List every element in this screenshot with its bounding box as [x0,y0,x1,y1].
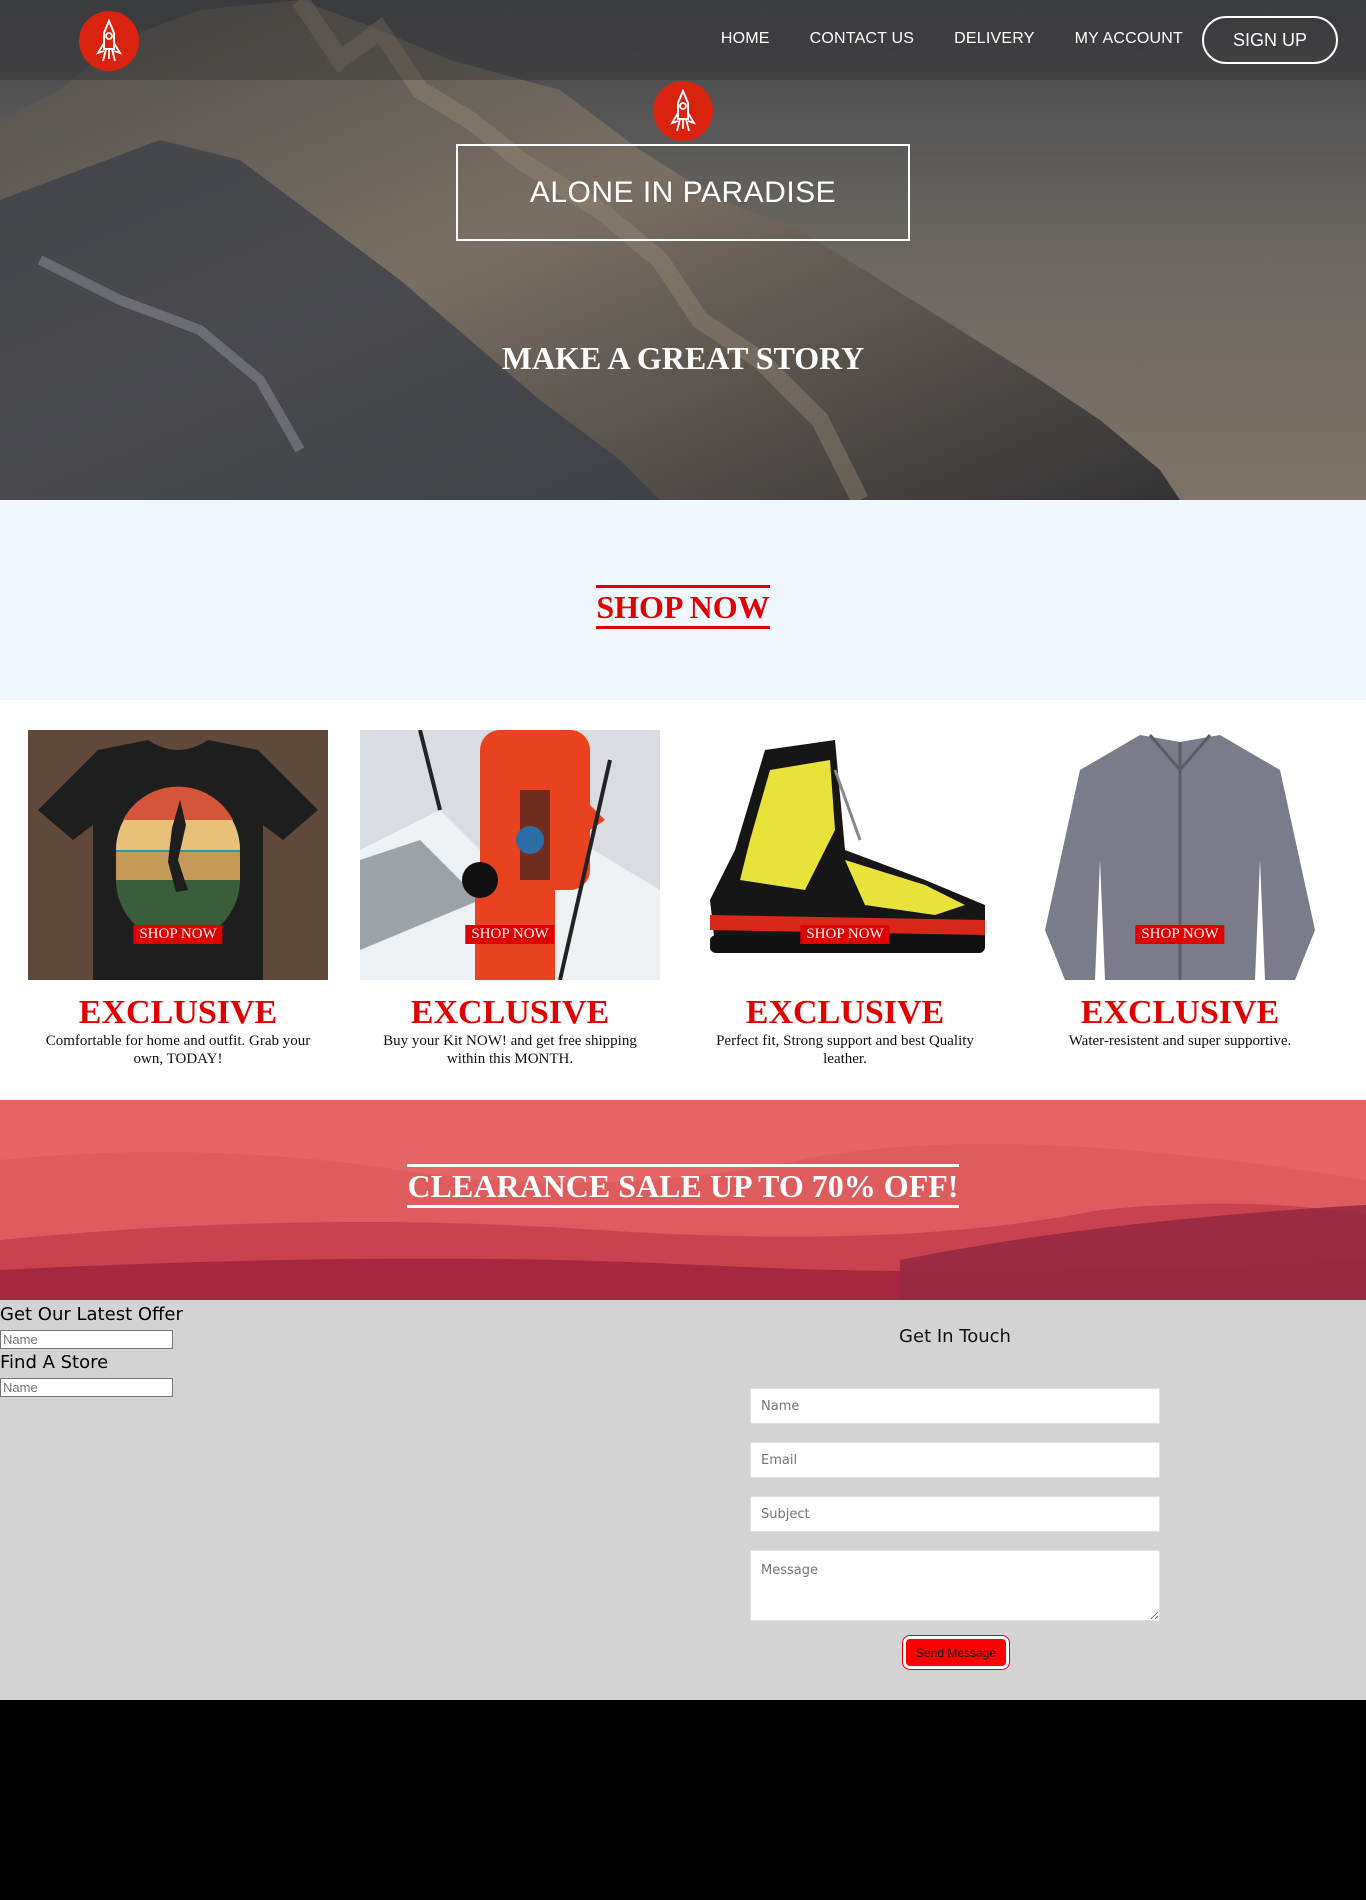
logo-icon[interactable] [79,11,139,71]
shop-now-badge[interactable]: SHOP NOW [465,925,555,944]
main-nav: HOME CONTACT US DELIVERY MY ACCOUNT [701,24,1203,54]
contact-subject-input[interactable] [750,1496,1160,1532]
product-desc: Perfect fit, Strong support and best Qua… [716,1033,974,1067]
hero-section [0,0,1366,500]
product-title: EXCLUSIVE [78,994,278,1031]
product-card-kit: SHOP NOW EXCLUSIVE Buy your Kit NOW! and… [360,730,660,1068]
tshirt-image[interactable]: SHOP NOW [28,730,328,980]
product-title: EXCLUSIVE [745,994,945,1031]
footer-section [0,1300,1366,1700]
product-desc: Comfortable for home and outfit. Grab yo… [45,1033,311,1067]
hero-tagline: MAKE A GREAT STORY [501,340,865,376]
send-message-button[interactable]: Send Message [903,1636,1009,1669]
contact-name-input[interactable] [750,1388,1160,1424]
contact-email-input[interactable] [750,1442,1160,1478]
get-in-touch-heading: Get In Touch [899,1326,1011,1347]
product-title: EXCLUSIVE [1080,994,1280,1031]
hero-title: ALONE IN PARADISE [456,144,910,241]
shop-now-badge[interactable]: SHOP NOW [800,925,890,944]
latest-offer-heading: Get Our Latest Offer [0,1304,183,1325]
contact-message-textarea[interactable] [750,1550,1160,1621]
page-bottom-blank [0,1700,1366,1900]
shop-now-badge[interactable]: SHOP NOW [1135,925,1225,944]
product-card-boot: SHOP NOW EXCLUSIVE Perfect fit, Strong s… [695,730,995,1068]
boot-image[interactable]: SHOP NOW [695,730,995,980]
center-logo-icon [653,81,713,141]
store-name-input[interactable] [0,1378,173,1397]
jacket-image[interactable]: SHOP NOW [1030,730,1330,980]
product-title: EXCLUSIVE [410,994,610,1031]
nav-home[interactable]: HOME [721,30,770,48]
find-store-heading: Find A Store [0,1352,109,1373]
nav-my-account[interactable]: MY ACCOUNT [1075,30,1183,48]
nav-contact-us[interactable]: CONTACT US [810,30,915,48]
product-card-tshirt: SHOP NOW EXCLUSIVE Comfortable for home … [28,730,328,1068]
product-desc: Water-resistent and super supportive. [1068,1033,1292,1049]
shop-now-heading[interactable]: SHOP NOW [596,585,770,629]
clearance-heading[interactable]: CLEARANCE SALE UP TO 70% OFF! [407,1164,959,1208]
shop-now-badge[interactable]: SHOP NOW [133,925,223,944]
nav-delivery[interactable]: DELIVERY [954,30,1034,48]
product-card-jacket: SHOP NOW EXCLUSIVE Water-resistent and s… [1030,730,1330,1050]
signup-button[interactable]: SIGN UP [1202,16,1338,64]
offer-name-input[interactable] [0,1330,173,1349]
kit-image[interactable]: SHOP NOW [360,730,660,980]
product-desc: Buy your Kit NOW! and get free shipping … [383,1033,637,1067]
